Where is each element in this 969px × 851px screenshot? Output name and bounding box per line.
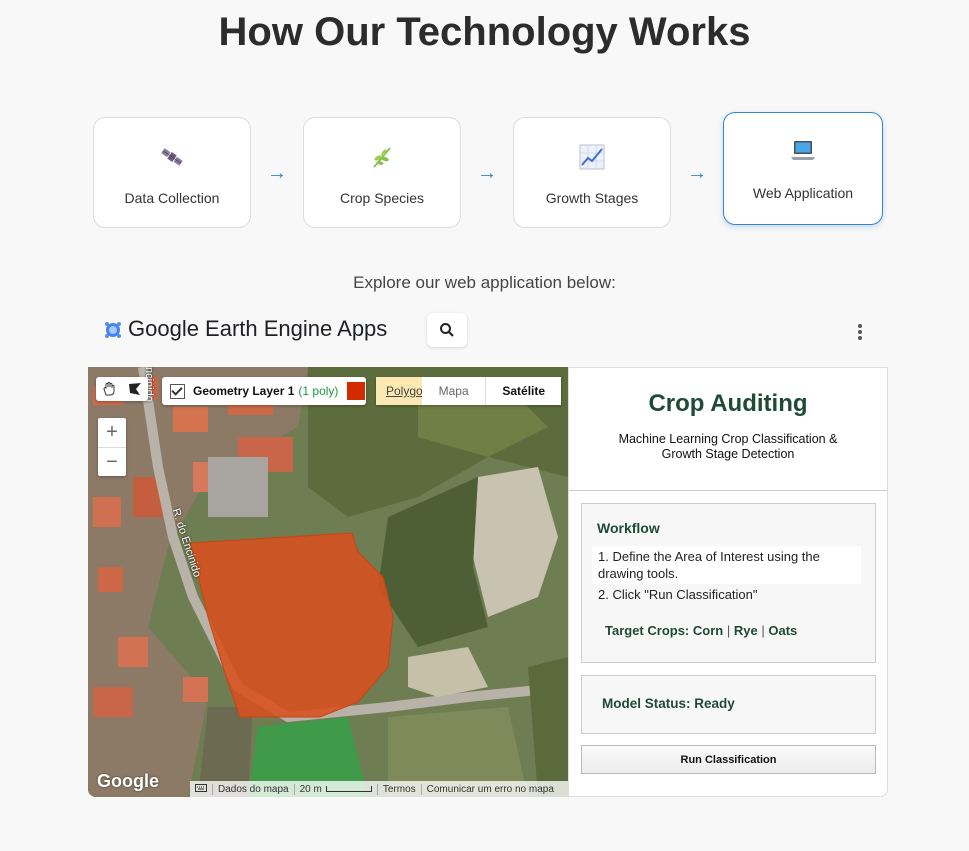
gee-app-name: Google Earth Engine Apps bbox=[128, 316, 388, 341]
map-view[interactable]: R. do Encinido ncinido Geometry Layer 1 … bbox=[88, 367, 568, 797]
step-label: Data Collection bbox=[124, 190, 220, 206]
crop-rye: Rye bbox=[733, 623, 758, 638]
scale-indicator[interactable]: 20 m bbox=[295, 783, 378, 795]
subtitle-line: Growth Stage Detection bbox=[661, 447, 795, 461]
map-type-control: Polygo Mapa Satélite bbox=[376, 377, 562, 405]
layer-checkbox[interactable] bbox=[170, 383, 185, 399]
layer-color-swatch[interactable] bbox=[347, 382, 366, 400]
step-label: Growth Stages bbox=[545, 190, 639, 206]
step-label: Crop Species bbox=[339, 190, 425, 206]
search-icon bbox=[440, 323, 454, 337]
target-crops-label: Target Crops: bbox=[605, 623, 690, 638]
step-web-application[interactable]: Web Application bbox=[723, 112, 883, 225]
app-title: Crop Auditing bbox=[648, 390, 808, 417]
explore-text: Explore our web application below: bbox=[353, 273, 616, 292]
search-button[interactable] bbox=[427, 313, 467, 347]
map-attribution: Dados do mapa 20 m Termos Comunicar um e… bbox=[190, 781, 568, 797]
arrow-icon: → bbox=[267, 162, 287, 184]
workflow-step-2: 2. Click "Run Classification" bbox=[598, 587, 758, 602]
crop-separator: | bbox=[726, 623, 731, 638]
crop-corn: Corn bbox=[692, 623, 724, 638]
run-classification-button[interactable]: Run Classification bbox=[581, 745, 876, 774]
terms-link[interactable]: Termos bbox=[378, 783, 422, 795]
zoom-control: + − bbox=[98, 418, 126, 476]
herb-icon bbox=[304, 144, 460, 170]
workflow-card: Workflow 1. Define the Area of Interest … bbox=[581, 503, 876, 663]
technology-steps: Data Collection → Crop Species → Growth … bbox=[0, 0, 969, 240]
model-status: Model Status: Ready bbox=[602, 696, 735, 711]
step-data-collection[interactable]: Data Collection bbox=[93, 117, 251, 228]
panel-header: Crop Auditing Machine Learning Crop Clas… bbox=[569, 368, 887, 491]
chart-increasing-icon bbox=[514, 144, 670, 170]
geometry-layer-name: Geometry Layer 1 bbox=[193, 384, 295, 398]
geometry-layer-toggle[interactable]: Geometry Layer 1 (1 poly) bbox=[162, 377, 366, 405]
subtitle-line: Machine Learning Crop Classification & bbox=[618, 432, 838, 446]
drawing-tools bbox=[96, 377, 148, 401]
arrow-icon: → bbox=[477, 162, 497, 184]
pan-hand-icon[interactable] bbox=[101, 381, 117, 397]
workflow-heading: Workflow bbox=[597, 520, 660, 536]
map-type-satellite-button[interactable]: Satélite bbox=[486, 377, 562, 405]
map-type-map-button[interactable]: Mapa bbox=[421, 377, 487, 405]
app-subtitle: Machine Learning Crop Classification & G… bbox=[569, 432, 887, 462]
scale-label: 20 m bbox=[299, 783, 322, 795]
polygon-tab[interactable]: Polygo bbox=[376, 377, 422, 405]
more-options-icon[interactable] bbox=[852, 322, 868, 342]
crop-separator: | bbox=[761, 623, 765, 638]
laptop-icon bbox=[724, 138, 882, 164]
step-growth-stages[interactable]: Growth Stages bbox=[513, 117, 671, 228]
earth-engine-logo-icon bbox=[105, 322, 121, 338]
satellite-icon bbox=[94, 144, 250, 170]
zoom-in-button[interactable]: + bbox=[98, 418, 126, 448]
scale-bar bbox=[325, 785, 372, 792]
crop-auditing-panel: Crop Auditing Machine Learning Crop Clas… bbox=[568, 367, 888, 797]
crop-oats: Oats bbox=[768, 623, 798, 638]
step-crop-species[interactable]: Crop Species bbox=[303, 117, 461, 228]
workflow-step-1: 1. Define the Area of Interest using the… bbox=[592, 546, 861, 584]
satellite-imagery bbox=[88, 367, 568, 797]
arrow-icon: → bbox=[687, 162, 707, 184]
step-label: Web Application bbox=[752, 185, 854, 201]
map-data-link[interactable]: Dados do mapa bbox=[213, 783, 295, 795]
model-status-card: Model Status: Ready bbox=[581, 675, 876, 734]
google-logo: Google bbox=[97, 771, 159, 791]
report-error-link[interactable]: Comunicar um erro no mapa bbox=[422, 784, 559, 795]
keyboard-icon[interactable] bbox=[190, 783, 213, 795]
geometry-layer-count: (1 poly) bbox=[298, 384, 339, 398]
target-crops: Target Crops: Corn | Rye | Oats bbox=[605, 623, 797, 638]
draw-polygon-icon[interactable] bbox=[127, 381, 143, 397]
zoom-out-button[interactable]: − bbox=[98, 448, 126, 477]
